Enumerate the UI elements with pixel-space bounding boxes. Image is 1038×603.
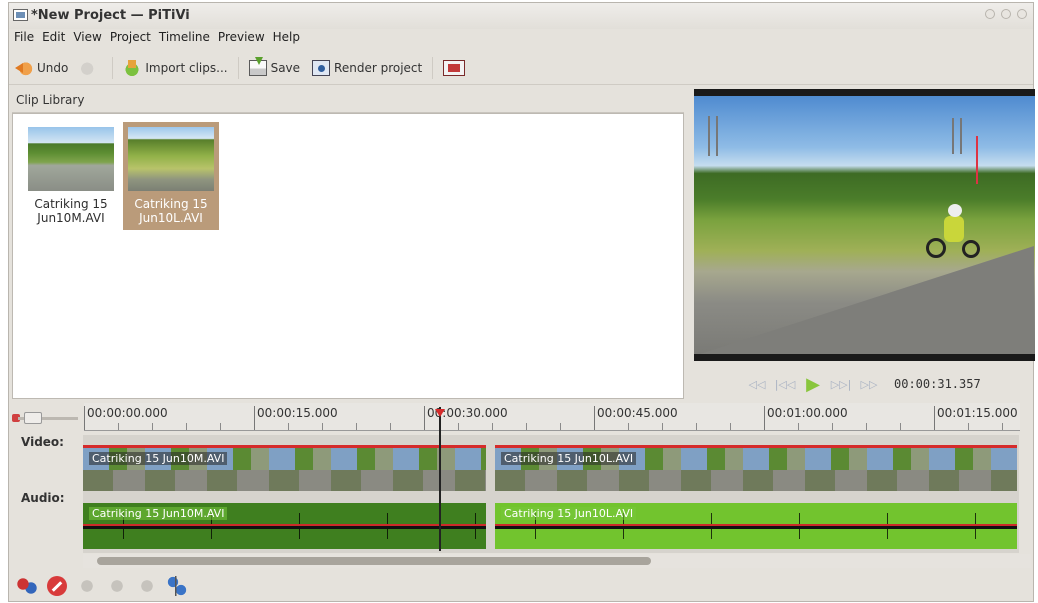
main-toolbar: Undo Import clips... Save Render project [9, 51, 1033, 85]
split-icon[interactable] [17, 576, 37, 596]
video-clip-label: Catriking 15 Jun10L.AVI [501, 452, 637, 465]
volume-curve[interactable] [495, 524, 1017, 526]
preview-viewer[interactable] [694, 89, 1035, 361]
undo-label: Undo [37, 60, 69, 75]
clip-name-line1: Catriking 15 [134, 197, 208, 211]
pylon-graphic [960, 118, 962, 154]
save-icon [248, 56, 267, 76]
audio-clip-label: Catriking 15 Jun10L.AVI [501, 507, 637, 520]
skip-back-icon[interactable]: |◁◁ [774, 375, 796, 393]
timeline-tracks[interactable]: Catriking 15 Jun10M.AVI Catriking 15 Jun… [83, 435, 1019, 553]
clip-library-tab[interactable]: Clip Library [12, 89, 684, 113]
fast-forward-icon[interactable]: ▷▷ [858, 375, 880, 393]
ruler-label: 00:00:15.000 [254, 406, 338, 430]
ruler-label: 00:00:00.000 [84, 406, 168, 430]
render-project-button[interactable]: Render project [306, 54, 428, 82]
zoom-slider[interactable] [12, 409, 80, 427]
clip-library[interactable]: Catriking 15 Jun10M.AVI Catriking 15 Jun… [12, 113, 684, 399]
playhead[interactable] [435, 407, 445, 551]
menu-file[interactable]: File [9, 28, 37, 48]
window-title: *New Project — PiTiVi [31, 8, 190, 23]
fullscreen-icon [443, 59, 466, 76]
fullscreen-button[interactable] [437, 54, 471, 82]
toolbar-separator [432, 56, 434, 79]
delete-icon[interactable] [47, 576, 67, 596]
menu-preview[interactable]: Preview [213, 28, 268, 48]
clip-name-line2: Jun10M.AVI [37, 211, 105, 225]
flag-graphic [976, 136, 978, 184]
timeline-toolbar [9, 571, 1033, 601]
timecode-display: 00:00:31.357 [894, 377, 981, 391]
menu-view[interactable]: View [68, 28, 104, 48]
maximize-icon[interactable] [1001, 9, 1011, 19]
import-label: Import clips... [145, 60, 228, 75]
library-clip-selected[interactable]: Catriking 15 Jun10L.AVI [123, 122, 219, 230]
save-label: Save [270, 60, 301, 75]
pylon-graphic [716, 116, 718, 156]
play-icon[interactable]: ▶ [802, 373, 824, 395]
menu-project[interactable]: Project [105, 28, 154, 48]
clip-name-line1: Catriking 15 [34, 197, 108, 211]
window-controls [985, 9, 1027, 19]
group-icon[interactable] [137, 576, 157, 596]
audio-clip[interactable]: Catriking 15 Jun10L.AVI [495, 503, 1017, 549]
audio-clip[interactable]: Catriking 15 Jun10M.AVI [83, 503, 486, 549]
skip-forward-icon[interactable]: ▷▷| [830, 375, 852, 393]
zoom-handle[interactable] [24, 412, 42, 424]
timeline-scrollbar[interactable] [83, 554, 1031, 568]
menu-edit[interactable]: Edit [37, 28, 68, 48]
save-button[interactable]: Save [243, 54, 306, 82]
pitivi-window: *New Project — PiTiVi File Edit View Pro… [8, 2, 1035, 602]
title-bar[interactable]: *New Project — PiTiVi [9, 3, 1033, 29]
pylon-graphic [708, 116, 710, 156]
clip-name-line2: Jun10L.AVI [139, 211, 203, 225]
render-icon [312, 59, 331, 76]
ruler-label: 00:01:15.000 [934, 406, 1018, 430]
close-icon[interactable] [1017, 9, 1027, 19]
ruler-ticks [84, 423, 1020, 430]
toolbar-separator [237, 56, 239, 79]
scrollbar-thumb[interactable] [97, 557, 651, 565]
clip-thumbnail [128, 127, 214, 191]
import-clips-button[interactable]: Import clips... [117, 54, 233, 82]
import-icon [123, 59, 142, 76]
undo-button[interactable]: Undo [9, 54, 74, 82]
volume-curve[interactable] [83, 524, 486, 526]
clip-thumbnail [28, 127, 114, 191]
timeline-ruler-row: 00:00:00.000 00:00:15.000 00:00:30.000 0… [12, 403, 1032, 433]
app-icon [13, 9, 28, 21]
rider-graphic [926, 204, 984, 266]
undo-icon [15, 59, 33, 76]
minimize-icon[interactable] [985, 9, 995, 19]
audio-clip-label: Catriking 15 Jun10M.AVI [89, 507, 228, 520]
link-icon[interactable] [77, 576, 97, 596]
toolbar-separator [112, 56, 114, 79]
redo-icon [80, 60, 99, 75]
pylon-graphic [952, 118, 954, 154]
redo-button[interactable] [74, 54, 108, 82]
video-track-label: Video: [21, 435, 64, 449]
menu-timeline[interactable]: Timeline [154, 28, 213, 48]
video-clip[interactable]: Catriking 15 Jun10M.AVI [83, 445, 486, 491]
menu-help[interactable]: Help [268, 28, 303, 48]
video-clip[interactable]: Catriking 15 Jun10L.AVI [495, 445, 1017, 491]
render-label: Render project [334, 60, 423, 75]
timeline-ruler[interactable]: 00:00:00.000 00:00:15.000 00:00:30.000 0… [84, 403, 1020, 431]
ruler-label: 00:00:45.000 [594, 406, 678, 430]
align-icon[interactable] [167, 576, 187, 596]
menu-bar: File Edit View Project Timeline Preview … [9, 28, 303, 48]
unlink-icon[interactable] [107, 576, 127, 596]
audio-track-label: Audio: [21, 491, 65, 505]
library-clip[interactable]: Catriking 15 Jun10M.AVI [23, 122, 119, 230]
rewind-icon[interactable]: ◁◁ [746, 375, 768, 393]
ruler-label: 00:01:00.000 [764, 406, 848, 430]
video-frame [694, 96, 1035, 354]
video-clip-label: Catriking 15 Jun10M.AVI [89, 452, 228, 465]
transport-controls: ◁◁ |◁◁ ▶ ▷▷| ▷▷ 00:00:31.357 [694, 367, 1035, 401]
